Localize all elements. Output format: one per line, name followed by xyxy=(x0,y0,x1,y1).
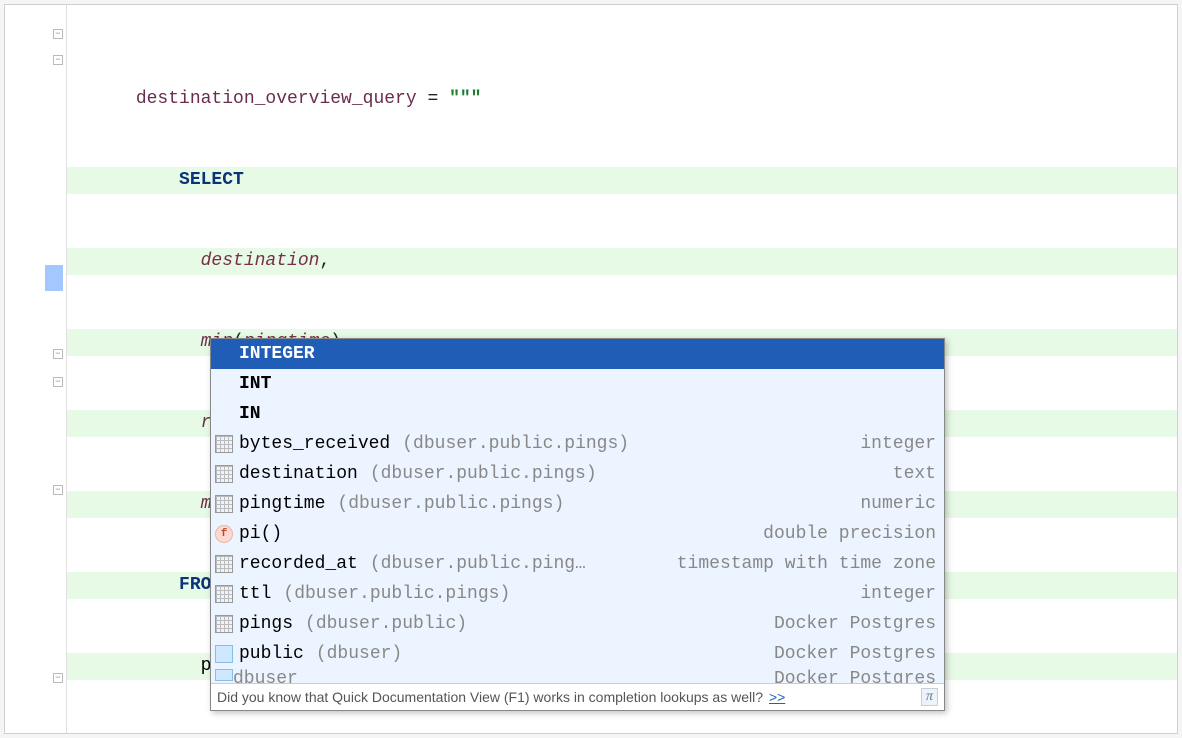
completion-label: bytes_received xyxy=(239,434,390,454)
editor-frame: − − − − − − destination_overview_query =… xyxy=(4,4,1178,734)
completion-item[interactable]: destination (dbuser.public.pings) text xyxy=(211,459,944,489)
completion-label: ttl xyxy=(239,584,271,604)
completion-hint-bar: Did you know that Quick Documentation Vi… xyxy=(211,683,944,710)
blank-icon xyxy=(215,375,233,393)
completion-item[interactable]: ttl (dbuser.public.pings) integer xyxy=(211,579,944,609)
completion-type: Docker Postgres xyxy=(774,644,936,664)
completion-label: pings xyxy=(239,614,293,634)
table-icon xyxy=(215,585,233,603)
completion-type: Docker Postgres xyxy=(774,614,936,634)
completion-type: text xyxy=(893,464,936,484)
completion-item[interactable]: f pi() double precision xyxy=(211,519,944,549)
table-icon xyxy=(215,555,233,573)
completion-label: INTEGER xyxy=(239,344,315,364)
completion-context: (dbuser.public.pings) xyxy=(283,584,854,604)
completion-item-clipped[interactable]: dbuser Docker Postgres xyxy=(211,669,944,683)
fold-marker-icon[interactable]: − xyxy=(53,55,63,65)
completion-label: INT xyxy=(239,374,271,394)
completion-label: pingtime xyxy=(239,494,325,514)
table-icon xyxy=(215,495,233,513)
completion-type: double precision xyxy=(763,524,936,544)
completion-item[interactable]: public (dbuser) Docker Postgres xyxy=(211,639,944,669)
blank-icon xyxy=(215,405,233,423)
gutter: − − − − − − xyxy=(5,5,67,733)
completion-item[interactable]: INT xyxy=(211,369,944,399)
token-string-open: """ xyxy=(449,89,481,109)
completion-label: pi() xyxy=(239,524,282,544)
completion-item[interactable]: IN xyxy=(211,399,944,429)
completion-context: (dbuser.public.pings) xyxy=(370,464,887,484)
function-icon: f xyxy=(215,525,233,543)
fold-marker-icon[interactable]: − xyxy=(53,673,63,683)
completion-item[interactable]: pings (dbuser.public) Docker Postgres xyxy=(211,609,944,639)
completion-context: (dbuser.public.ping… xyxy=(370,554,671,574)
token-variable: destination_overview_query xyxy=(136,89,417,109)
completion-label: public xyxy=(239,644,304,664)
completion-item[interactable]: recorded_at (dbuser.public.ping… timestamp… xyxy=(211,549,944,579)
completion-context: (dbuser.public.pings) xyxy=(402,434,854,454)
table-icon xyxy=(215,465,233,483)
completion-label: recorded_at xyxy=(239,554,358,574)
code-line[interactable]: destination, xyxy=(67,248,1177,275)
fold-marker-icon[interactable]: − xyxy=(53,377,63,387)
completion-context: (dbuser.public) xyxy=(305,614,768,634)
completion-item[interactable]: bytes_received (dbuser.public.pings) integ… xyxy=(211,429,944,459)
completion-label: IN xyxy=(239,404,261,424)
blank-icon xyxy=(215,345,233,363)
fold-marker-icon[interactable]: − xyxy=(53,29,63,39)
completion-type: timestamp with time zone xyxy=(677,554,936,574)
completion-type: integer xyxy=(860,584,936,604)
completion-popup[interactable]: INTEGER INT IN bytes_received (dbuser.public… xyxy=(210,338,945,711)
completion-context: (dbuser) xyxy=(316,644,768,664)
schema-icon xyxy=(215,669,233,681)
pi-icon[interactable]: π xyxy=(921,688,938,706)
schema-icon xyxy=(215,645,233,663)
hint-text: Did you know that Quick Documentation Vi… xyxy=(217,689,763,705)
completion-label: destination xyxy=(239,464,358,484)
completion-item[interactable]: INTEGER xyxy=(211,339,944,369)
code-line[interactable]: SELECT xyxy=(67,167,1177,194)
completion-type: integer xyxy=(860,434,936,454)
completion-type: numeric xyxy=(860,494,936,514)
change-marker xyxy=(45,265,63,291)
completion-item[interactable]: pingtime (dbuser.public.pings) numeric xyxy=(211,489,944,519)
table-icon xyxy=(215,615,233,633)
completion-context: (dbuser.public.pings) xyxy=(337,494,854,514)
fold-marker-icon[interactable]: − xyxy=(53,349,63,359)
code-line[interactable]: destination_overview_query = """ xyxy=(67,86,1177,113)
fold-marker-icon[interactable]: − xyxy=(53,485,63,495)
hint-more-link[interactable]: >> xyxy=(769,689,785,705)
token-keyword: SELECT xyxy=(136,170,244,190)
table-icon xyxy=(215,435,233,453)
